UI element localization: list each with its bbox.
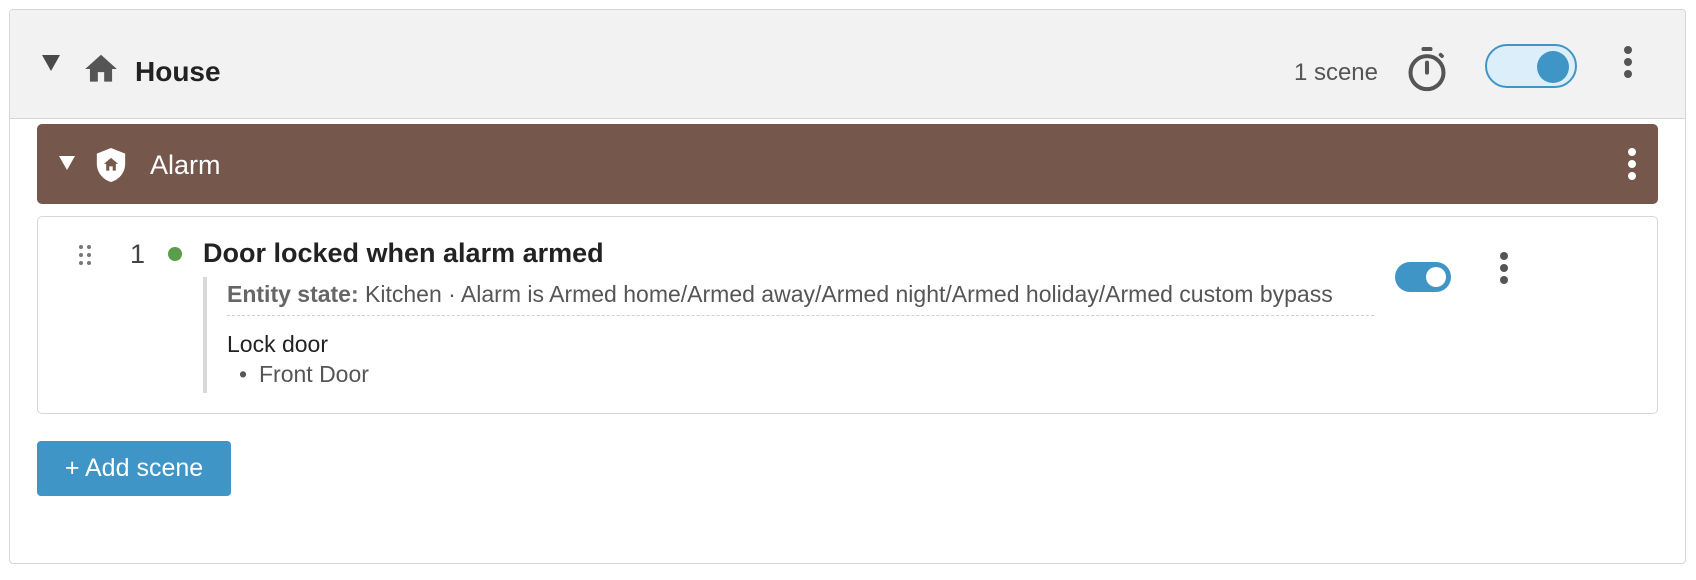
group-title: Alarm — [150, 150, 221, 180]
room-header[interactable]: House 1 scene — [10, 10, 1685, 119]
toggle-knob — [1426, 267, 1446, 287]
group-more-menu-icon[interactable] — [1627, 148, 1637, 182]
collapse-caret-icon[interactable] — [42, 55, 60, 71]
room-panel: House 1 scene Alarm 1 Door locked when a… — [9, 9, 1686, 564]
timer-icon[interactable] — [1405, 44, 1449, 94]
scene-count: 1 scene — [1293, 59, 1378, 86]
condition-text: Kitchen · Alarm is Armed home/Armed away… — [365, 281, 1333, 307]
room-title: House — [135, 56, 221, 87]
add-scene-button[interactable]: + Add scene — [37, 441, 231, 496]
scene-title[interactable]: Door locked when alarm armed — [203, 238, 604, 269]
action-target-list: Front Door — [227, 361, 369, 388]
scene-status-dot — [168, 247, 182, 261]
drag-handle-icon[interactable] — [78, 244, 92, 266]
scene-number: 1 — [130, 239, 146, 269]
collapse-caret-icon[interactable] — [59, 156, 75, 170]
room-enable-toggle[interactable] — [1485, 44, 1577, 88]
scene-enable-toggle[interactable] — [1395, 262, 1451, 292]
home-icon — [85, 54, 117, 82]
scene-more-menu-icon[interactable] — [1499, 252, 1509, 286]
condition-label: Entity state: — [227, 281, 359, 307]
scene-card[interactable]: 1 Door locked when alarm armed Entity st… — [37, 216, 1658, 414]
action-title: Lock door — [227, 331, 329, 357]
room-more-menu-icon[interactable] — [1623, 46, 1633, 80]
group-header-alarm[interactable]: Alarm — [37, 124, 1658, 204]
shield-home-icon — [96, 148, 126, 182]
scene-details: Entity state: Kitchen · Alarm is Armed h… — [203, 277, 1374, 393]
action-target: Front Door — [227, 361, 369, 388]
toggle-knob — [1537, 51, 1569, 83]
scene-condition: Entity state: Kitchen · Alarm is Armed h… — [227, 281, 1374, 316]
